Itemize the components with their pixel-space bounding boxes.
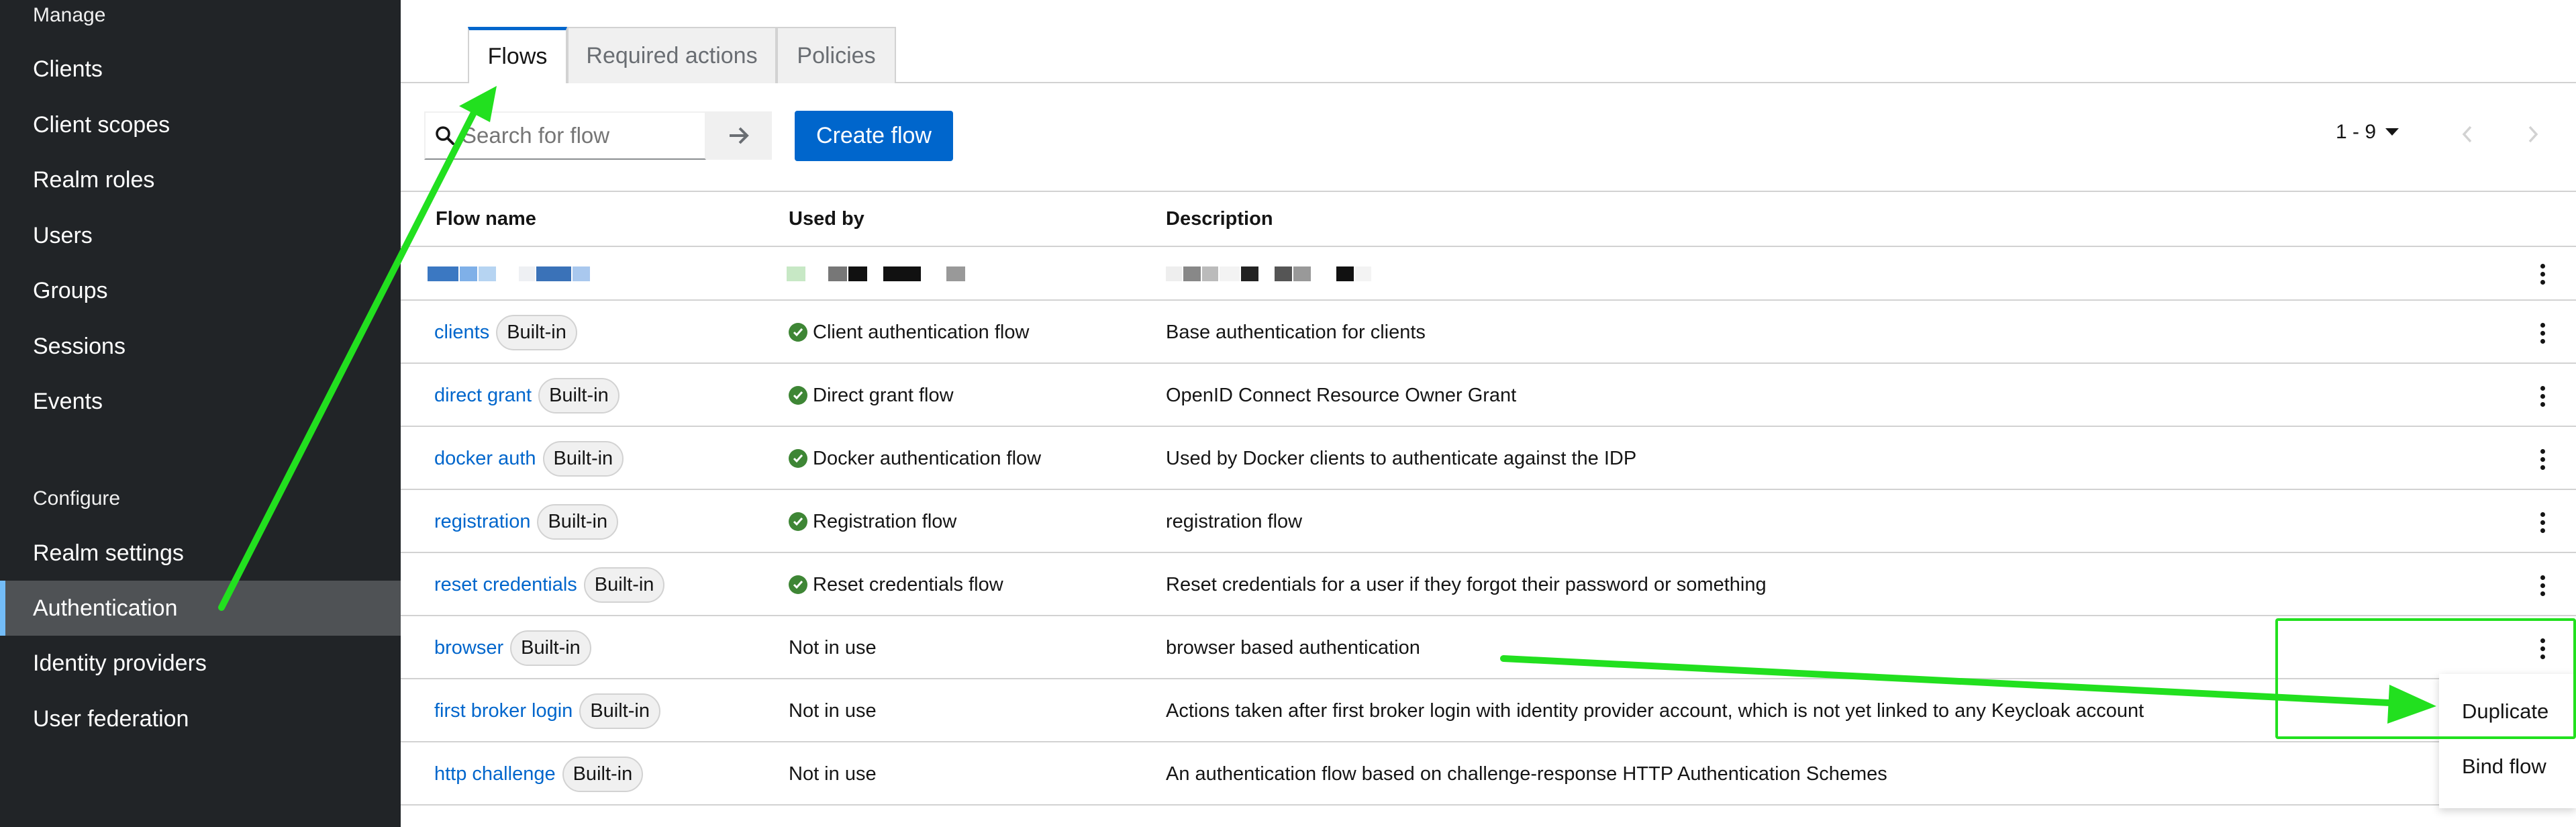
flow-name-link[interactable]: clients <box>434 322 489 344</box>
previous-page-button[interactable] <box>2454 119 2481 149</box>
description-text: An authentication flow based on challeng… <box>1166 763 1887 785</box>
redacted-used-by <box>787 247 967 301</box>
redacted-description <box>1166 247 1373 301</box>
table-row: first broker login Built-in Not in use A… <box>401 679 2576 742</box>
sidebar-item-users[interactable]: Users <box>0 208 401 263</box>
pagination-range: 1 - 9 <box>2336 121 2377 143</box>
menu-item-bind-flow[interactable]: Bind flow <box>2462 755 2546 779</box>
tab-bar: Flows Required actions Policies <box>401 0 2576 83</box>
sidebar-item-realm-roles[interactable]: Realm roles <box>0 152 401 207</box>
column-header-flow-name: Flow name <box>436 208 536 230</box>
row-actions-kebab[interactable] <box>2536 447 2549 471</box>
built-in-badge: Built-in <box>579 693 660 729</box>
column-header-description: Description <box>1166 208 1273 230</box>
description-text: Used by Docker clients to authenticate a… <box>1166 447 1637 469</box>
sidebar-item-clients[interactable]: Clients <box>0 42 401 97</box>
table-row: browser Built-in Not in use browser base… <box>401 616 2576 679</box>
check-circle-icon <box>789 386 807 405</box>
built-in-badge: Built-in <box>542 440 624 477</box>
used-by-text: Not in use <box>789 699 877 722</box>
table-row: http challenge Built-in Not in use An au… <box>401 742 2576 806</box>
search-icon <box>436 126 454 145</box>
pagination-toggle[interactable]: 1 - 9 <box>2336 121 2399 144</box>
table-row: clients Built-in Client authentication f… <box>401 301 2576 364</box>
built-in-badge: Built-in <box>538 377 620 414</box>
description-text: Reset credentials for a user if they for… <box>1166 573 1767 595</box>
flow-name-link[interactable]: browser <box>434 637 503 659</box>
table-row: docker auth Built-in Docker authenticati… <box>401 427 2576 490</box>
used-by-text: Docker authentication flow <box>813 447 1042 469</box>
flow-name-link[interactable]: registration <box>434 511 530 533</box>
menu-item-duplicate[interactable]: Duplicate <box>2462 699 2548 724</box>
used-by-text: Direct grant flow <box>813 384 954 406</box>
check-circle-icon <box>789 575 807 594</box>
table-row: reset credentials Built-in Reset credent… <box>401 553 2576 616</box>
create-flow-button[interactable]: Create flow <box>795 111 953 161</box>
next-page-button[interactable] <box>2520 119 2546 149</box>
check-circle-icon <box>789 512 807 531</box>
built-in-badge: Built-in <box>510 630 591 666</box>
built-in-badge: Built-in <box>562 756 644 792</box>
sidebar-item-groups[interactable]: Groups <box>0 263 401 318</box>
tab-flows[interactable]: Flows <box>468 27 567 83</box>
description-text: browser based authentication <box>1166 636 1420 659</box>
search-input[interactable] <box>462 123 690 148</box>
built-in-badge: Built-in <box>537 503 619 540</box>
chevron-right-icon <box>2528 126 2538 143</box>
row-actions-kebab[interactable] <box>2536 510 2549 534</box>
row-actions-menu: Duplicate Bind flow <box>2439 674 2576 808</box>
search-box <box>424 111 706 160</box>
tab-policies[interactable]: Policies <box>777 27 896 83</box>
flow-name-link[interactable]: first broker login <box>434 700 573 722</box>
row-actions-kebab[interactable] <box>2536 321 2549 345</box>
used-by-text: Not in use <box>789 763 877 785</box>
column-header-used-by: Used by <box>789 208 864 230</box>
sidebar: Manage Clients Client scopes Realm roles… <box>0 0 401 827</box>
table-row-redacted <box>401 247 2576 301</box>
flow-name-link[interactable]: http challenge <box>434 763 556 785</box>
used-by-text: Client authentication flow <box>813 321 1030 343</box>
row-actions-kebab[interactable] <box>2536 384 2549 408</box>
built-in-badge: Built-in <box>583 567 665 603</box>
description-text: OpenID Connect Resource Owner Grant <box>1166 384 1517 406</box>
used-by-text: Reset credentials flow <box>813 573 1003 595</box>
check-circle-icon <box>789 449 807 468</box>
redacted-name <box>428 247 591 301</box>
sidebar-item-realm-settings[interactable]: Realm settings <box>0 526 401 581</box>
caret-down-icon <box>2385 128 2399 136</box>
sidebar-item-client-scopes[interactable]: Client scopes <box>0 97 401 152</box>
row-actions-kebab[interactable] <box>2536 636 2549 661</box>
description-text: Actions taken after first broker login w… <box>1166 699 2144 722</box>
sidebar-item-sessions[interactable]: Sessions <box>0 319 401 374</box>
arrow-right-icon <box>730 127 749 144</box>
flow-name-link[interactable]: docker auth <box>434 448 536 470</box>
sidebar-item-events[interactable]: Events <box>0 374 401 429</box>
flow-name-link[interactable]: reset credentials <box>434 574 577 596</box>
sidebar-item-identity-providers[interactable]: Identity providers <box>0 636 401 691</box>
table-row: registration Built-in Registration flow … <box>401 490 2576 553</box>
row-actions-kebab[interactable] <box>2536 262 2549 286</box>
search-submit-button[interactable] <box>706 111 772 160</box>
check-circle-icon <box>789 323 807 342</box>
sidebar-section-manage: Manage <box>33 4 106 26</box>
tab-required-actions[interactable]: Required actions <box>567 27 777 83</box>
chevron-left-icon <box>2462 126 2472 143</box>
description-text: Base authentication for clients <box>1166 321 1426 343</box>
used-by-text: Registration flow <box>813 510 957 532</box>
table-row: direct grant Built-in Direct grant flow … <box>401 364 2576 427</box>
flow-name-link[interactable]: direct grant <box>434 385 532 407</box>
row-actions-kebab[interactable] <box>2536 573 2549 597</box>
sidebar-item-authentication[interactable]: Authentication <box>0 581 401 636</box>
description-text: registration flow <box>1166 510 1303 532</box>
used-by-text: Not in use <box>789 636 877 659</box>
built-in-badge: Built-in <box>496 314 577 350</box>
table-header: Flow name Used by Description <box>401 191 2576 247</box>
sidebar-item-user-federation[interactable]: User federation <box>0 691 401 746</box>
sidebar-section-configure: Configure <box>33 487 121 509</box>
